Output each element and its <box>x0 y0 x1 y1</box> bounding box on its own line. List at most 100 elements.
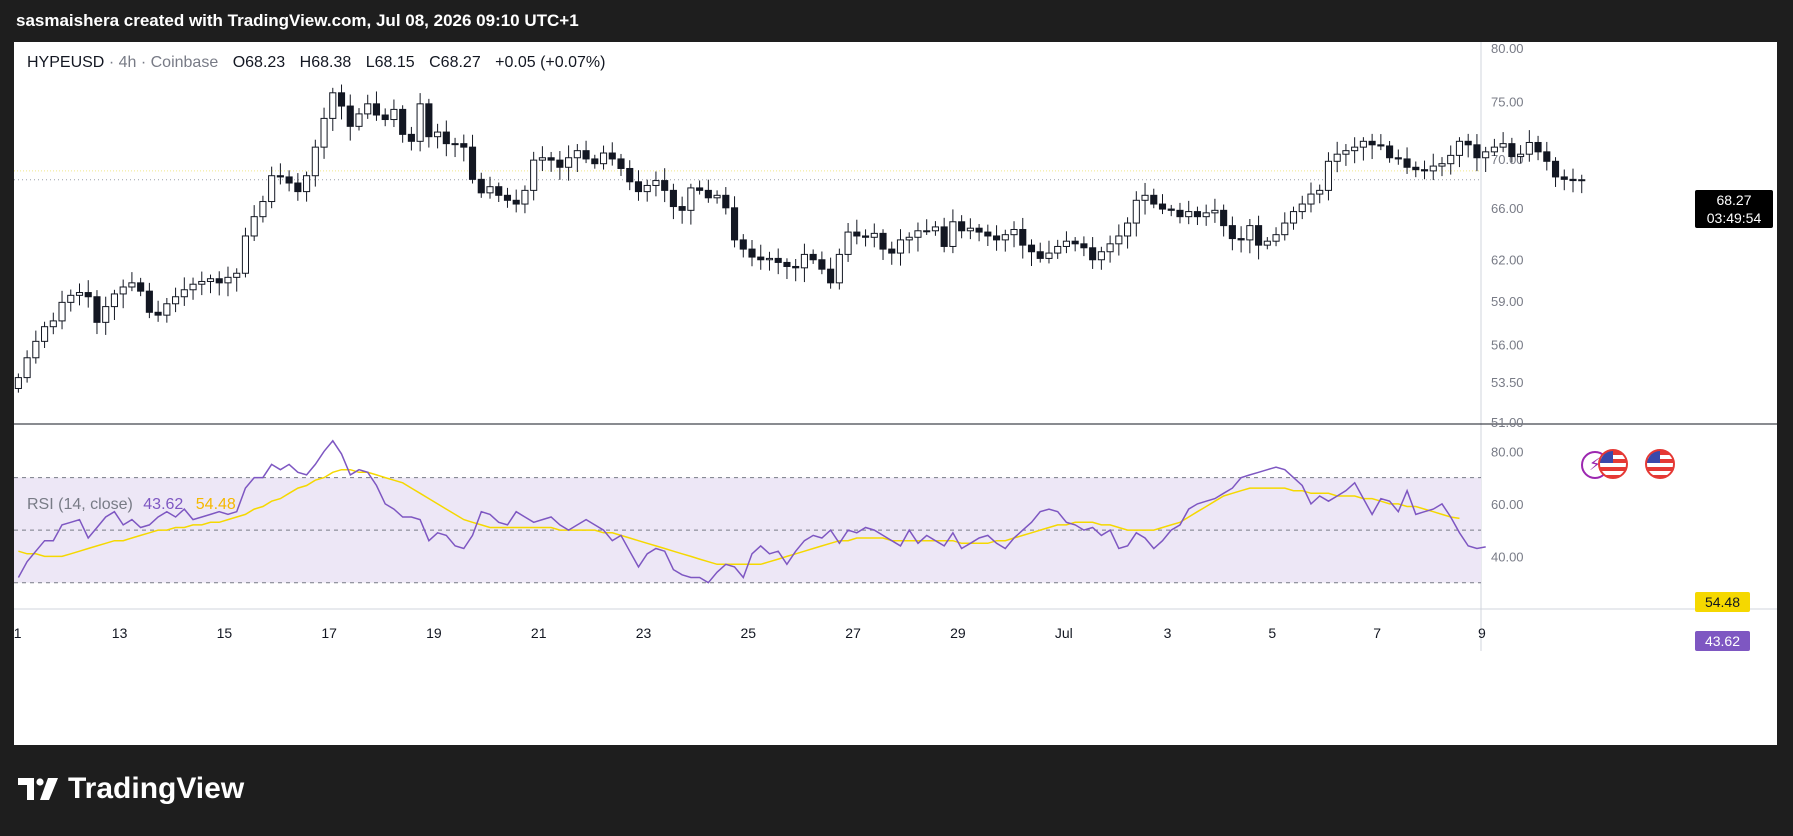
rsi-label[interactable]: RSI (14, close) <box>27 496 133 513</box>
candle-down <box>678 206 686 211</box>
legend-sep: · <box>140 54 147 71</box>
time-tick-label: 19 <box>426 625 442 641</box>
legend-symbol[interactable]: HYPEUSD <box>27 54 104 71</box>
candle-up <box>765 257 774 261</box>
candle-up <box>1062 240 1070 247</box>
candle-down <box>547 157 555 161</box>
price-tick-label: 66.00 <box>1491 201 1524 216</box>
candle-down <box>137 282 145 292</box>
legend-low: 68.15 <box>374 54 415 71</box>
candle-up <box>643 184 651 193</box>
candle-up <box>1001 234 1009 241</box>
candle-up <box>1490 146 1498 153</box>
rsi-tick-label: 60.00 <box>1491 497 1524 512</box>
us-flag-icon[interactable] <box>1645 449 1675 479</box>
candle-up <box>1281 222 1289 236</box>
candle-down <box>757 256 765 261</box>
candle-up <box>713 194 721 199</box>
price-tick-label: 56.00 <box>1491 337 1524 352</box>
legend-high-label: H <box>299 54 312 71</box>
candle-down <box>1386 145 1394 159</box>
candle-up <box>565 157 573 168</box>
candle-down <box>591 158 599 165</box>
top-bar: sasmaishera created with TradingView.com… <box>0 0 1793 42</box>
candle-up <box>914 230 922 238</box>
us-flag-icon[interactable] <box>1598 449 1628 479</box>
candle-down <box>975 227 983 233</box>
candle-up <box>835 253 843 284</box>
candle-down <box>1027 244 1036 253</box>
candle-up <box>241 235 250 274</box>
chart-canvas[interactable]: 80.0075.0070.0066.0062.0059.0056.0053.50… <box>14 42 1777 745</box>
candle-up <box>1525 141 1533 155</box>
candle-up <box>1185 211 1193 218</box>
rsi-tick-label: 40.00 <box>1491 549 1524 564</box>
candle-down <box>1220 209 1228 227</box>
candle-up <box>931 226 939 232</box>
price-legend: HYPEUSD · 4h · Coinbase O68.23 H68.38 L6… <box>27 54 605 72</box>
candle-down <box>748 248 756 258</box>
candle-up <box>1010 228 1018 236</box>
candle-down <box>1193 211 1201 218</box>
candle-up <box>303 175 311 193</box>
candle-up <box>1359 140 1367 148</box>
candle-down <box>634 181 643 193</box>
candle-up <box>1499 143 1507 148</box>
candle-down <box>582 150 590 160</box>
candle-down <box>154 311 162 316</box>
candle-up <box>949 221 957 247</box>
candle-up <box>1115 235 1123 245</box>
price-tick-label: 62.00 <box>1491 253 1524 268</box>
candle-down <box>1019 228 1027 246</box>
candle-up <box>434 131 442 138</box>
candle-up <box>14 377 22 389</box>
candle-down <box>1412 166 1420 171</box>
candle-up <box>486 186 494 194</box>
candle-up <box>1124 222 1132 237</box>
candle-down <box>145 290 153 313</box>
candle-down <box>1569 178 1577 182</box>
candle-up <box>1202 212 1210 218</box>
candle-down <box>503 194 512 201</box>
rsi-tag: 43.62 <box>1695 631 1750 651</box>
candle-down <box>468 146 477 180</box>
candle-up <box>1289 211 1298 224</box>
candle-down <box>696 187 704 191</box>
candle-down <box>1394 157 1402 160</box>
candle-down <box>722 194 730 209</box>
candle-down <box>809 253 817 261</box>
time-tick-label: 29 <box>950 625 966 641</box>
candle-down <box>879 232 887 250</box>
rsi-ma-tag: 54.48 <box>1695 592 1750 612</box>
candle-down <box>460 143 468 148</box>
candle-up <box>163 303 171 316</box>
legend-close: 68.27 <box>440 54 481 71</box>
candle-down <box>888 248 896 254</box>
time-tick-label: 7 <box>1373 625 1381 641</box>
candle-down <box>730 207 739 241</box>
candle-up <box>1211 209 1219 214</box>
candle-down <box>399 108 407 135</box>
candle-down <box>1464 140 1472 146</box>
candle-up <box>1097 251 1105 261</box>
candle-down <box>1403 158 1411 168</box>
candle-up <box>189 283 197 291</box>
candle-up <box>49 320 57 328</box>
candle-down <box>984 231 992 237</box>
candle-down <box>1534 141 1542 153</box>
chart-frame[interactable]: 80.00 75.00 70.00 66.00 62.00 59.00 56.00 53.50… <box>14 42 1777 745</box>
candle-up <box>521 189 529 205</box>
candle-down <box>792 265 800 269</box>
candle-down <box>93 296 101 323</box>
candle-up <box>355 113 363 127</box>
candle-up <box>320 117 328 148</box>
candle-down <box>84 292 92 298</box>
time-tick-label: 25 <box>741 625 757 641</box>
legend-open: 68.23 <box>245 54 286 71</box>
candle-up <box>172 296 180 305</box>
candle-up <box>1054 245 1062 254</box>
tradingview-logo[interactable]: TradingView <box>18 772 244 806</box>
candle-down <box>1167 208 1175 211</box>
time-tick-label: 17 <box>321 625 337 641</box>
candle-down <box>669 189 677 208</box>
